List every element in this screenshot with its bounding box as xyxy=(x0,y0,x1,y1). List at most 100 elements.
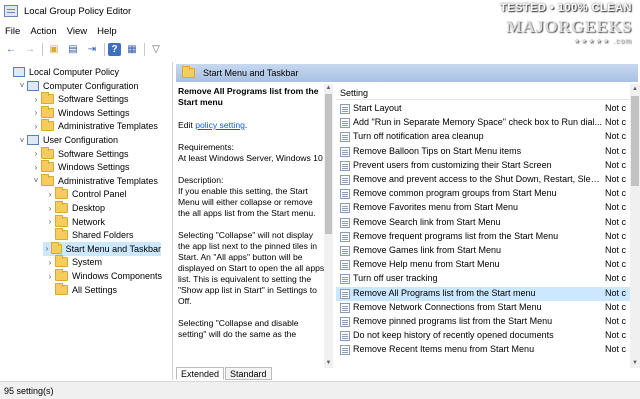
tree-item[interactable]: › System xyxy=(45,255,172,269)
expand-chevron-icon[interactable]: › xyxy=(31,163,41,172)
policy-setting-icon xyxy=(340,231,350,242)
help-icon[interactable]: ? xyxy=(108,43,121,56)
table-row[interactable]: Do not keep history of recently opened d… xyxy=(336,329,630,343)
tree-item[interactable]: › Administrative Templates xyxy=(31,119,172,133)
scroll-up-icon[interactable]: ▲ xyxy=(630,84,640,94)
show-hide-tree-icon[interactable]: ▤ xyxy=(65,42,81,57)
table-row[interactable]: Remove Recent Items menu from Start Menu… xyxy=(336,343,630,357)
tree-item[interactable]: Local Computer Policy xyxy=(3,65,172,79)
tab-standard[interactable]: Standard xyxy=(225,367,272,380)
status-bar: 95 setting(s) xyxy=(0,381,640,399)
tree-item[interactable]: ˅ Computer Configuration xyxy=(17,79,172,93)
tree-item[interactable]: › Control Panel xyxy=(45,187,172,201)
setting-name: Remove All Programs list from the Start … xyxy=(353,287,536,298)
table-row[interactable]: Remove and prevent access to the Shut Do… xyxy=(336,173,630,187)
menu-file[interactable]: File xyxy=(0,26,25,37)
back-arrow-icon[interactable]: ← xyxy=(3,42,19,57)
properties-icon[interactable]: ▦ xyxy=(124,42,140,57)
tree-item[interactable]: › Windows Settings xyxy=(31,160,172,174)
description-para-1: If you enable this setting, the Start Me… xyxy=(178,186,316,218)
tree-item[interactable]: › Start Menu and Taskbar xyxy=(43,241,161,256)
policy-setting-icon xyxy=(340,132,350,143)
description-scrollbar[interactable]: ▲ ▼ xyxy=(324,84,333,368)
scroll-thumb[interactable] xyxy=(325,94,332,234)
menu-action[interactable]: Action xyxy=(25,26,61,37)
expand-chevron-icon[interactable]: ˅ xyxy=(17,81,27,90)
tree-item[interactable]: › Windows Settings xyxy=(31,105,172,120)
tree-item-label: All Settings xyxy=(72,284,118,295)
expand-chevron-icon[interactable]: › xyxy=(45,272,55,281)
tree-item-label: Start Menu and Taskbar xyxy=(65,243,161,254)
setting-name: Do not keep history of recently opened d… xyxy=(353,330,554,341)
tab-extended[interactable]: Extended xyxy=(176,367,225,380)
setting-state: Not c xyxy=(605,216,627,227)
group-policy-app-icon xyxy=(4,5,18,17)
right-panel: Start Menu and Taskbar Remove All Progra… xyxy=(174,62,640,380)
expand-chevron-icon[interactable]: › xyxy=(31,122,41,131)
tree-item[interactable]: All Settings xyxy=(45,282,172,297)
policy-setting-icon xyxy=(340,160,350,171)
edit-policy-setting-link[interactable]: policy setting xyxy=(195,120,245,130)
table-row[interactable]: Remove pinned programs list from the Sta… xyxy=(336,315,630,329)
table-row[interactable]: Remove Favorites menu from Start Menu Not… xyxy=(336,201,630,215)
forward-arrow-icon[interactable]: → xyxy=(22,42,38,57)
expand-chevron-icon[interactable]: › xyxy=(31,108,41,117)
expand-chevron-icon[interactable]: › xyxy=(45,204,55,213)
expand-chevron-icon[interactable]: › xyxy=(45,190,55,199)
menu-help[interactable]: Help xyxy=(92,26,122,37)
expand-chevron-icon[interactable]: ˅ xyxy=(31,176,41,185)
setting-name: Remove Recent Items menu from Start Menu xyxy=(353,344,535,355)
tree-item[interactable]: › Software Settings xyxy=(31,92,172,106)
tree-item[interactable]: Shared Folders xyxy=(45,228,172,242)
scroll-down-icon[interactable]: ▼ xyxy=(324,359,333,368)
expand-chevron-icon[interactable]: › xyxy=(31,95,41,104)
table-row[interactable]: Prevent users from customizing their Sta… xyxy=(336,159,630,173)
table-row[interactable]: Start Layout Not c xyxy=(336,102,630,116)
expand-chevron-icon[interactable]: › xyxy=(43,244,51,253)
tree-item[interactable]: ˅ User Configuration xyxy=(17,133,172,147)
tree-item[interactable]: › Windows Components xyxy=(45,269,172,283)
menu-view[interactable]: View xyxy=(62,26,92,37)
setting-name: Remove Help menu from Start Menu xyxy=(353,259,500,270)
tree-item-label: Windows Settings xyxy=(58,162,130,173)
table-row[interactable]: Remove frequent programs list from the S… xyxy=(336,230,630,244)
tree-item-label: Administrative Templates xyxy=(58,121,158,132)
up-folder-icon[interactable]: ▣ xyxy=(46,42,62,57)
computer-icon xyxy=(27,135,39,145)
table-row[interactable]: Remove Games link from Start Menu Not c xyxy=(336,244,630,258)
expand-chevron-icon[interactable]: › xyxy=(45,258,55,267)
tree-item[interactable]: › Network xyxy=(45,214,172,229)
table-row[interactable]: Remove Balloon Tips on Start Menu items N… xyxy=(336,145,630,159)
folder-icon xyxy=(41,119,54,132)
table-row[interactable]: Remove Search link from Start Menu Not c xyxy=(336,216,630,230)
setting-name: Remove Search link from Start Menu xyxy=(353,216,501,227)
expand-chevron-icon[interactable]: ˅ xyxy=(17,136,27,145)
table-row[interactable]: Remove Network Connections from Start Me… xyxy=(336,301,630,315)
column-setting[interactable]: Setting xyxy=(340,88,368,98)
tree-item[interactable]: › Desktop xyxy=(45,201,172,215)
policy-setting-icon xyxy=(340,246,350,256)
table-row[interactable]: Remove common program groups from Start … xyxy=(336,187,630,201)
scroll-thumb[interactable] xyxy=(631,96,639,186)
scroll-down-icon[interactable]: ▼ xyxy=(630,358,640,368)
tree-item[interactable]: ˅ Administrative Templates xyxy=(31,173,172,188)
tree-item[interactable]: › Software Settings xyxy=(31,146,172,161)
table-row[interactable]: Remove All Programs list from the Start … xyxy=(336,286,630,301)
table-row[interactable]: Turn off user tracking Not c xyxy=(336,272,630,286)
setting-state: Not c xyxy=(605,245,627,255)
expand-chevron-icon[interactable]: › xyxy=(45,217,55,226)
export-list-icon[interactable]: ⇥ xyxy=(84,42,100,57)
requirements-text: At least Windows Server, Windows 10 xyxy=(178,153,323,163)
policy-setting-icon xyxy=(340,317,350,327)
tree-item-label: Computer Configuration xyxy=(43,80,139,91)
filter-icon[interactable]: ▽ xyxy=(148,42,164,57)
table-row[interactable]: Add "Run in Separate Memory Space" check… xyxy=(336,116,630,130)
expand-chevron-icon[interactable]: › xyxy=(31,149,41,158)
scroll-up-icon[interactable]: ▲ xyxy=(324,84,333,93)
settings-list: Setting State Start LayoutNot cAdd "Run … xyxy=(336,84,630,368)
table-row[interactable]: Turn off notification area cleanup Not c xyxy=(336,130,630,144)
table-row[interactable]: Remove Help menu from Start Menu Not c xyxy=(336,258,630,272)
panel-header: Start Menu and Taskbar xyxy=(176,64,638,82)
policy-setting-icon xyxy=(340,274,350,285)
settings-list-scrollbar[interactable]: ▲ ▼ xyxy=(630,84,640,368)
